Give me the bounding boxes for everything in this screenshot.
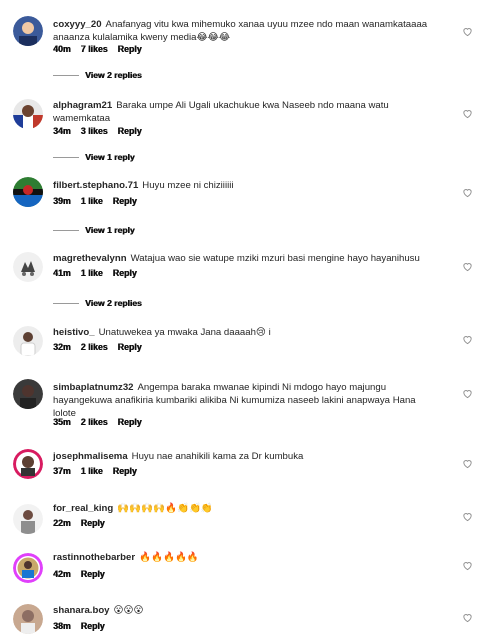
view-replies-label: View 1 reply [85, 225, 135, 235]
avatar[interactable] [13, 604, 43, 634]
view-replies-button[interactable]: View 2 replies [53, 70, 142, 80]
comment-body: filbert.stephano.71 Huyu mzee ni chiziiii… [53, 179, 438, 192]
comment-meta: 40m 7 likes Reply [53, 44, 141, 54]
username[interactable]: heistivo_ [53, 327, 95, 338]
comment-body: rastinnothebarber 🔥🔥🔥🔥🔥 [53, 551, 438, 564]
timestamp: 35m [53, 417, 71, 427]
divider-line [53, 74, 79, 76]
username[interactable]: magrethevalynn [53, 253, 127, 264]
timestamp: 40m [53, 44, 71, 54]
comment-text: Huyu mzee ni chiziiiiii [142, 180, 234, 191]
likes-count[interactable]: 1 like [81, 196, 103, 206]
avatar[interactable] [13, 177, 43, 207]
heart-icon[interactable] [462, 458, 473, 469]
reply-button[interactable]: Reply [113, 268, 137, 278]
comment-meta: 35m 2 likes Reply [53, 417, 141, 427]
comment-text: Unatuwekea ya mwaka Jana daaaah😢 i [98, 327, 271, 338]
comment-meta: 42m Reply [53, 569, 105, 579]
view-replies-label: View 2 replies [85, 70, 142, 80]
reply-button[interactable]: Reply [118, 342, 142, 352]
timestamp: 37m [53, 466, 71, 476]
view-replies-button[interactable]: View 2 replies [53, 298, 142, 308]
username[interactable]: alphagram21 [53, 100, 112, 111]
comment-body: magrethevalynn Watajua wao sie watupe mzi… [53, 252, 438, 265]
heart-icon[interactable] [462, 612, 473, 623]
comment-meta: 37m 1 like Reply [53, 466, 137, 476]
username[interactable]: for_real_king [53, 503, 113, 514]
comment-meta: 38m Reply [53, 621, 105, 631]
reply-button[interactable]: Reply [113, 466, 137, 476]
avatar[interactable] [13, 449, 43, 479]
reply-button[interactable]: Reply [81, 518, 105, 528]
likes-count[interactable]: 3 likes [81, 126, 108, 136]
username[interactable]: rastinnothebarber [53, 552, 135, 563]
likes-count[interactable]: 1 like [81, 466, 103, 476]
view-replies-button[interactable]: View 1 reply [53, 225, 135, 235]
timestamp: 41m [53, 268, 71, 278]
comment-body: josephmalisema Huyu nae anahikili kama za… [53, 450, 438, 463]
view-replies-label: View 2 replies [85, 298, 142, 308]
reply-button[interactable]: Reply [118, 44, 142, 54]
heart-icon[interactable] [462, 334, 473, 345]
reply-button[interactable]: Reply [81, 569, 105, 579]
comment-text: Anafanyag vitu kwa mihemuko xanaa uyuu m… [53, 19, 428, 43]
comment-body: heistivo_ Unatuwekea ya mwaka Jana daaaah… [53, 326, 438, 339]
likes-count[interactable]: 7 likes [81, 44, 108, 54]
view-replies-button[interactable]: View 1 reply [53, 152, 135, 162]
avatar[interactable] [13, 379, 43, 409]
comment-text: 😮😮😮 [113, 605, 144, 616]
comment-text: 🔥🔥🔥🔥🔥 [139, 552, 199, 563]
reply-button[interactable]: Reply [118, 417, 142, 427]
comment-body: alphagram21 Baraka umpe Ali Ugali ukachuk… [53, 99, 438, 125]
timestamp: 39m [53, 196, 71, 206]
username[interactable]: coxyyy_20 [53, 19, 102, 30]
timestamp: 42m [53, 569, 71, 579]
username[interactable]: shanara.boy [53, 605, 110, 616]
divider-line [53, 302, 79, 304]
comment-body: coxyyy_20 Anafanyag vitu kwa mihemuko xan… [53, 18, 438, 44]
username[interactable]: simbaplatnumz32 [53, 382, 134, 393]
heart-icon[interactable] [462, 560, 473, 571]
comment-body: simbaplatnumz32 Angempa baraka mwanae kip… [53, 381, 438, 420]
timestamp: 22m [53, 518, 71, 528]
username[interactable]: josephmalisema [53, 451, 128, 462]
likes-count[interactable]: 1 like [81, 268, 103, 278]
avatar[interactable] [13, 252, 43, 282]
timestamp: 38m [53, 621, 71, 631]
comment-text: Watajua wao sie watupe mziki mzuri basi … [130, 253, 420, 264]
comment-body: for_real_king 🙌🙌🙌🙌🔥👏👏👏 [53, 502, 438, 515]
avatar[interactable] [13, 553, 43, 583]
comment-text: 🙌🙌🙌🙌🔥👏👏👏 [117, 503, 213, 514]
divider-line [53, 229, 79, 231]
comment-body: shanara.boy 😮😮😮 [53, 604, 438, 617]
comment-meta: 32m 2 likes Reply [53, 342, 141, 352]
comment-text: Huyu nae anahikili kama za Dr kumbuka [131, 451, 304, 462]
reply-button[interactable]: Reply [81, 621, 105, 631]
comment-meta: 39m 1 like Reply [53, 196, 137, 206]
timestamp: 32m [53, 342, 71, 352]
reply-button[interactable]: Reply [118, 126, 142, 136]
avatar[interactable] [13, 16, 43, 46]
timestamp: 34m [53, 126, 71, 136]
comment-meta: 22m Reply [53, 518, 105, 528]
view-replies-label: View 1 reply [85, 152, 135, 162]
avatar[interactable] [13, 99, 43, 129]
username[interactable]: filbert.stephano.71 [53, 180, 138, 191]
heart-icon[interactable] [462, 261, 473, 272]
heart-icon[interactable] [462, 187, 473, 198]
heart-icon[interactable] [462, 388, 473, 399]
heart-icon[interactable] [462, 511, 473, 522]
likes-count[interactable]: 2 likes [81, 342, 108, 352]
avatar[interactable] [13, 326, 43, 356]
heart-icon[interactable] [462, 108, 473, 119]
comment-meta: 34m 3 likes Reply [53, 126, 141, 136]
reply-button[interactable]: Reply [113, 196, 137, 206]
comment-meta: 41m 1 like Reply [53, 268, 137, 278]
avatar[interactable] [13, 504, 43, 534]
divider-line [53, 156, 79, 158]
likes-count[interactable]: 2 likes [81, 417, 108, 427]
heart-icon[interactable] [462, 26, 473, 37]
